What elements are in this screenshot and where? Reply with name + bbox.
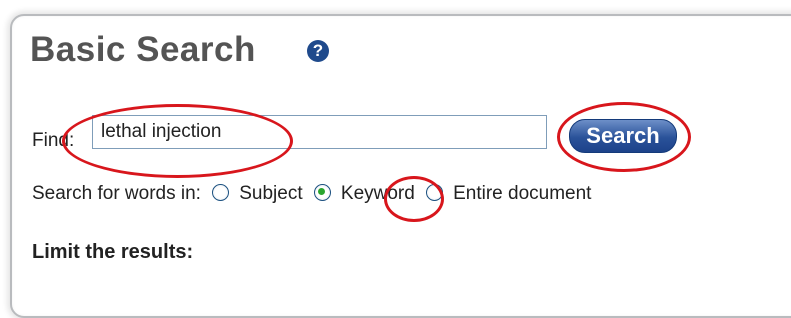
search-in-label: Search for words in:	[32, 183, 201, 204]
radio-subject[interactable]	[212, 183, 230, 201]
radio-entire-document-label[interactable]: Entire document	[453, 183, 591, 204]
radio-subject-label[interactable]: Subject	[239, 183, 302, 204]
radio-keyword-label[interactable]: Keyword	[341, 183, 415, 204]
question-circle-icon[interactable]: ?	[307, 40, 329, 62]
find-input[interactable]	[92, 115, 547, 149]
page-title: Basic Search	[30, 30, 256, 69]
search-in-row: Search for words in: Subject Keyword Ent…	[32, 183, 591, 205]
limit-results-heading: Limit the results:	[32, 241, 194, 263]
find-label: Find:	[32, 130, 75, 151]
search-button[interactable]: Search	[569, 119, 677, 153]
radio-entire-document[interactable]	[426, 183, 444, 201]
radio-keyword[interactable]	[313, 183, 331, 201]
